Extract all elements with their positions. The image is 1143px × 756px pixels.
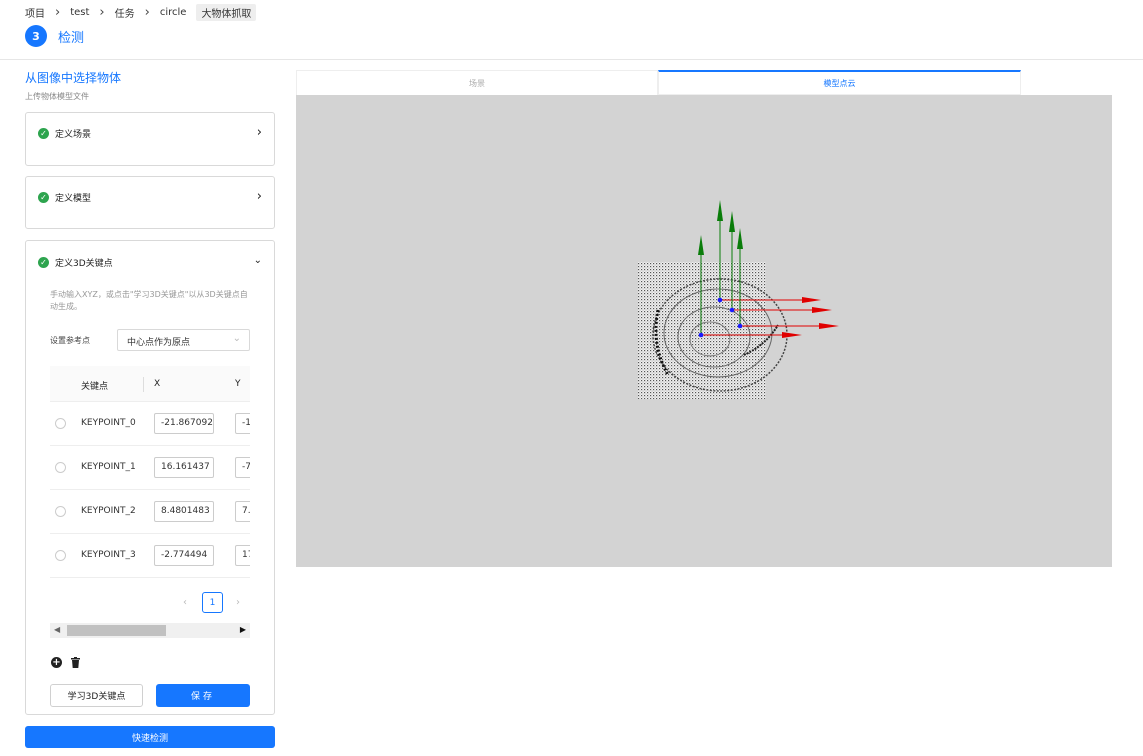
save-button[interactable]: 保存: [156, 684, 250, 707]
keypoint-x-input[interactable]: 8.4801483: [154, 501, 214, 522]
pager-prev-icon[interactable]: ‹: [183, 597, 187, 608]
scroll-right-icon[interactable]: ▶: [240, 625, 246, 634]
keypoints-description: 手动输入XYZ，或点击"学习3D关键点"以从3D关键点自动生成。: [50, 290, 248, 311]
ref-point-value: 中心点作为原点: [127, 338, 191, 348]
plus-circle-icon[interactable]: +: [51, 657, 62, 668]
table-horizontal-scrollbar[interactable]: ◀ ▶: [50, 623, 250, 638]
keypoint-x-input[interactable]: -21.867092: [154, 413, 214, 434]
breadcrumb-item-task[interactable]: 任务: [115, 5, 135, 20]
table-row: KEYPOINT_3 -2.774494 17: [50, 534, 250, 578]
point-cloud-viewer[interactable]: [296, 95, 1112, 567]
breadcrumb-item-project[interactable]: 项目: [25, 5, 45, 20]
keypoint-name: KEYPOINT_1: [81, 462, 136, 472]
row-radio[interactable]: [55, 506, 66, 517]
step-indicator: 3 检测: [25, 25, 84, 47]
keypoint-x-input[interactable]: 16.161437: [154, 457, 214, 478]
chevron-down-icon: ⌄: [232, 333, 241, 344]
keypoint-name: KEYPOINT_3: [81, 550, 136, 560]
breadcrumb: 项目 › test › 任务 › circle 大物体抓取: [25, 3, 257, 21]
chevron-down-icon[interactable]: ⌄: [254, 255, 262, 266]
keypoint-y-input[interactable]: -7: [235, 457, 250, 478]
column-header-x: X: [154, 379, 161, 389]
scrollbar-thumb[interactable]: [67, 625, 166, 636]
check-circle-icon: ✓: [38, 192, 49, 203]
point-cloud-canvas: [638, 200, 839, 399]
chevron-right-icon[interactable]: ›: [257, 189, 262, 204]
tab-model-point-cloud[interactable]: 模型点云: [658, 70, 1021, 95]
column-header-y: Y: [235, 379, 241, 389]
ref-point-select[interactable]: 中心点作为原点 ⌄: [117, 329, 250, 351]
quick-detect-button[interactable]: 快速检测: [25, 726, 275, 748]
table-row: KEYPOINT_1 16.161437 -7: [50, 446, 250, 490]
section-scene[interactable]: ✓ 定义场景 ›: [25, 112, 275, 166]
pager-current-page[interactable]: 1: [202, 592, 223, 613]
section-scene-label: 定义场景: [55, 130, 92, 140]
scroll-left-icon[interactable]: ◀: [54, 625, 60, 634]
chevron-right-icon: ›: [55, 4, 61, 20]
breadcrumb-item-circle[interactable]: circle: [160, 7, 187, 18]
keypoint-y-input[interactable]: 7.: [235, 501, 250, 522]
table-row: KEYPOINT_2 8.4801483 7.: [50, 490, 250, 534]
step-number: 3: [25, 25, 47, 47]
row-radio[interactable]: [55, 550, 66, 561]
check-circle-icon: ✓: [38, 257, 49, 268]
column-header-name: 关键点: [81, 382, 109, 392]
row-radio[interactable]: [55, 418, 66, 429]
chevron-right-icon: ›: [144, 4, 150, 20]
learn-3d-keypoints-button[interactable]: 学习3D关键点: [50, 684, 143, 707]
section-model-label: 定义模型: [55, 194, 92, 204]
left-panel-subtitle: 上传物体模型文件: [25, 92, 89, 101]
keypoints-table: 关键点 X Y KEYPOINT_0 -21.867092 -1 KEYPOIN…: [50, 366, 250, 581]
view-tabs: 场景 模型点云: [296, 70, 1112, 95]
keypoint-name: KEYPOINT_2: [81, 506, 136, 516]
check-circle-icon: ✓: [38, 128, 49, 139]
ref-point-label: 设置参考点: [50, 336, 90, 345]
breadcrumb-current: 大物体抓取: [196, 3, 257, 21]
keypoint-y-input[interactable]: -1: [235, 413, 250, 434]
breadcrumb-item-test[interactable]: test: [70, 7, 89, 18]
keypoint-y-input[interactable]: 17: [235, 545, 250, 566]
chevron-right-icon: ›: [99, 4, 105, 20]
section-model[interactable]: ✓ 定义模型 ›: [25, 176, 275, 229]
keypoint-x-input[interactable]: -2.774494: [154, 545, 214, 566]
table-header: 关键点 X Y: [50, 366, 250, 402]
chevron-right-icon[interactable]: ›: [257, 125, 262, 140]
step-label: 检测: [58, 30, 85, 46]
table-row: KEYPOINT_0 -21.867092 -1: [50, 402, 250, 446]
left-panel-title: 从图像中选择物体: [25, 71, 122, 85]
section-keypoints-label: 定义3D关键点: [55, 259, 113, 269]
point-cloud-model: [638, 262, 788, 399]
tab-scene[interactable]: 场景: [296, 70, 658, 95]
header-divider: [0, 59, 1143, 60]
trash-icon[interactable]: [71, 657, 80, 668]
pager-next-icon[interactable]: ›: [236, 597, 240, 608]
row-radio[interactable]: [55, 462, 66, 473]
section-keypoints: ✓ 定义3D关键点 ⌄ 手动输入XYZ，或点击"学习3D关键点"以从3D关键点自…: [25, 240, 275, 715]
keypoint-name: KEYPOINT_0: [81, 418, 136, 428]
